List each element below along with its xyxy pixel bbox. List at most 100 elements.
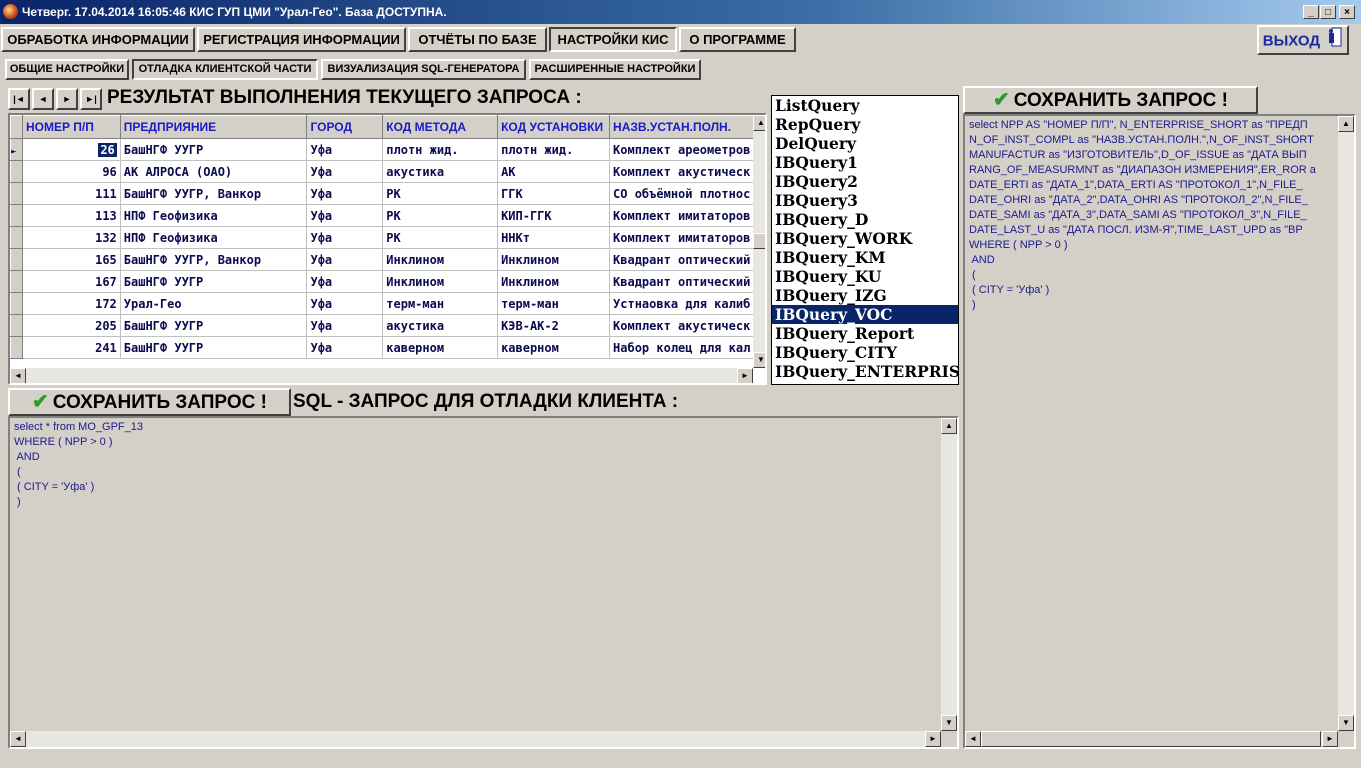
table-cell[interactable]: терм-ман: [382, 292, 499, 315]
memo-vertical-scrollbar[interactable]: ▲ ▼: [941, 418, 957, 731]
memo-vertical-scrollbar[interactable]: ▲ ▼: [1338, 116, 1354, 731]
nav-last-button[interactable]: ►|: [80, 88, 102, 110]
table-cell[interactable]: Уфа: [306, 314, 384, 337]
table-cell[interactable]: 205: [22, 314, 121, 337]
table-cell[interactable]: НПФ Геофизика: [120, 226, 308, 249]
table-cell[interactable]: АК АЛРОСА (ОАО): [120, 160, 308, 183]
table-row[interactable]: 96 АК АЛРОСА (ОАО) Уфа акустика АК Комплект а…: [10, 160, 765, 183]
tab-general-settings[interactable]: ОБЩИЕ НАСТРОЙКИ: [5, 59, 129, 80]
table-cell[interactable]: РК: [382, 226, 499, 249]
table-cell[interactable]: БашНГФ УУГР, Ванкор: [120, 248, 308, 271]
column-header[interactable]: НОМЕР П/П: [21, 115, 121, 139]
table-cell[interactable]: плотн жид.: [497, 138, 611, 161]
table-cell[interactable]: Уфа: [306, 336, 384, 359]
column-header[interactable]: НАЗВ.УСТАН.ПОЛН.: [609, 115, 765, 139]
scroll-down-arrow[interactable]: ▼: [1338, 715, 1354, 731]
scroll-thumb[interactable]: [981, 731, 1321, 747]
table-cell[interactable]: Комплект акустическ: [609, 314, 765, 337]
row-indicator[interactable]: [10, 226, 23, 249]
tab-advanced-settings[interactable]: РАСШИРЕННЫЕ НАСТРОЙКИ: [529, 59, 701, 80]
column-header[interactable]: КОД УСТАНОВКИ: [497, 115, 611, 139]
table-cell[interactable]: 132: [22, 226, 121, 249]
table-cell[interactable]: ГГК: [497, 182, 611, 205]
table-cell[interactable]: Уфа: [306, 248, 384, 271]
table-row[interactable]: 241 БашНГФ УУГР Уфа каверном каверном Набор к…: [10, 336, 765, 359]
table-cell[interactable]: 172: [22, 292, 121, 315]
list-item[interactable]: IBQuery_D: [772, 210, 958, 229]
table-cell[interactable]: акустика: [382, 314, 499, 337]
row-indicator[interactable]: [10, 292, 23, 315]
save-query-button-right[interactable]: ✔ СОХРАНИТЬ ЗАПРОС !: [963, 86, 1258, 114]
row-indicator[interactable]: [10, 336, 23, 359]
table-cell[interactable]: БашНГФ УУГР: [120, 314, 308, 337]
nav-prior-button[interactable]: ◄: [32, 88, 54, 110]
column-header[interactable]: ГОРОД: [306, 115, 384, 139]
list-item[interactable]: DelQuery: [772, 134, 958, 153]
table-cell[interactable]: акустика: [382, 160, 499, 183]
menu-about[interactable]: О ПРОГРАММЕ: [679, 27, 796, 52]
table-cell[interactable]: КИП-ГГК: [497, 204, 611, 227]
table-cell[interactable]: 26: [22, 138, 121, 161]
table-cell[interactable]: 167: [22, 270, 121, 293]
table-cell[interactable]: Инклином: [382, 270, 499, 293]
table-row[interactable]: ► 26 БашНГФ УУГР Уфа плотн жид. плотн жид. Ком…: [10, 138, 765, 161]
table-cell[interactable]: 111: [22, 182, 121, 205]
memo-horizontal-scrollbar[interactable]: ◄ ►: [10, 731, 941, 747]
list-item[interactable]: IBQuery_CITY: [772, 343, 958, 362]
column-header[interactable]: ПРЕДПРИЯНИЕ: [119, 115, 308, 139]
list-item[interactable]: IBQuery_WORK: [772, 229, 958, 248]
scroll-right-arrow[interactable]: ►: [737, 368, 753, 383]
table-cell[interactable]: Уфа: [306, 226, 384, 249]
table-cell[interactable]: РК: [382, 182, 499, 205]
scroll-right-arrow[interactable]: ►: [1322, 731, 1338, 747]
scroll-thumb[interactable]: [753, 233, 765, 249]
scroll-up-arrow[interactable]: ▲: [941, 418, 957, 434]
table-cell[interactable]: Квадрант оптический: [609, 270, 765, 293]
app-icon[interactable]: [3, 4, 18, 19]
table-cell[interactable]: Комплект ареометров: [609, 138, 765, 161]
scroll-up-arrow[interactable]: ▲: [1338, 116, 1354, 132]
table-cell[interactable]: Квадрант оптический: [609, 248, 765, 271]
table-cell[interactable]: Уфа: [306, 204, 384, 227]
table-cell[interactable]: плотн жид.: [382, 138, 499, 161]
scroll-left-arrow[interactable]: ◄: [965, 731, 981, 747]
row-indicator[interactable]: [10, 182, 23, 205]
row-indicator[interactable]: [10, 204, 23, 227]
table-cell[interactable]: Уфа: [306, 292, 384, 315]
list-item[interactable]: IBQuery3: [772, 191, 958, 210]
table-cell[interactable]: терм-ман: [497, 292, 611, 315]
list-item[interactable]: IBQuery2: [772, 172, 958, 191]
table-cell[interactable]: Комплект имитаторов: [609, 204, 765, 227]
row-indicator[interactable]: [10, 314, 23, 337]
list-item[interactable]: IBQuery_Report: [772, 324, 958, 343]
tab-client-debug[interactable]: ОТЛАДКА КЛИЕНТСКОЙ ЧАСТИ: [132, 59, 318, 80]
table-cell[interactable]: ННКт: [497, 226, 611, 249]
table-cell[interactable]: Инклином: [382, 248, 499, 271]
list-item[interactable]: IBQuery_VOC: [772, 305, 958, 324]
table-cell[interactable]: Устнаовка для калиб: [609, 292, 765, 315]
table-cell[interactable]: 241: [22, 336, 121, 359]
table-row[interactable]: 205 БашНГФ УУГР Уфа акустика КЭВ-АК-2 Комплек…: [10, 314, 765, 337]
generated-sql-memo[interactable]: select NPP AS "НОМЕР П/П", N_ENTERPRISE_…: [963, 114, 1356, 749]
menu-reports[interactable]: ОТЧЁТЫ ПО БАЗЕ: [408, 27, 547, 52]
close-button[interactable]: ×: [1339, 5, 1355, 19]
table-row[interactable]: 132 НПФ Геофизика Уфа РК ННКт Комплект имитат…: [10, 226, 765, 249]
table-cell[interactable]: Комплект имитаторов: [609, 226, 765, 249]
row-indicator[interactable]: [10, 248, 23, 271]
scroll-down-arrow[interactable]: ▼: [941, 715, 957, 731]
table-row[interactable]: 111 БашНГФ УУГР, Ванкор Уфа РК ГГК СО объёмно…: [10, 182, 765, 205]
column-header[interactable]: КОД МЕТОДА: [382, 115, 499, 139]
scroll-left-arrow[interactable]: ◄: [10, 731, 26, 747]
table-cell[interactable]: Комплект акустическ: [609, 160, 765, 183]
memo-horizontal-scrollbar[interactable]: ◄ ►: [965, 731, 1338, 747]
menu-settings[interactable]: НАСТРОЙКИ КИС: [549, 27, 677, 52]
list-item[interactable]: ListQuery: [772, 96, 958, 115]
table-cell[interactable]: АК: [497, 160, 611, 183]
result-grid[interactable]: НОМЕР П/П ПРЕДПРИЯНИЕ ГОРОД КОД МЕТОДА К…: [8, 113, 767, 385]
list-item[interactable]: IBQuery_KM: [772, 248, 958, 267]
row-indicator[interactable]: [10, 270, 23, 293]
exit-button[interactable]: ВЫХОД: [1257, 25, 1349, 55]
row-indicator[interactable]: ►: [10, 138, 23, 161]
table-cell[interactable]: Уфа: [306, 270, 384, 293]
table-cell[interactable]: 165: [22, 248, 121, 271]
